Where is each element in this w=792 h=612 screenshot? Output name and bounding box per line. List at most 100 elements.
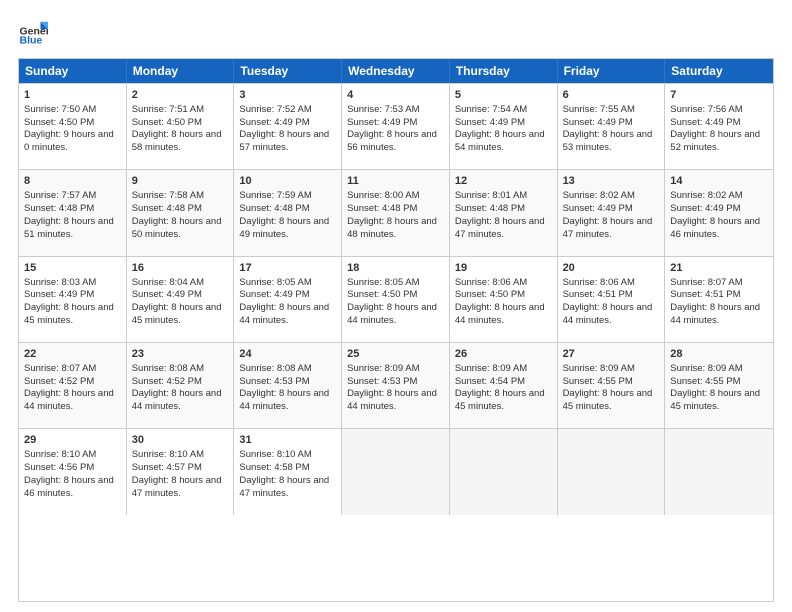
header: General Blue <box>18 18 774 48</box>
day-number: 22 <box>24 347 121 362</box>
sunrise-time: Sunrise: 8:10 AM <box>24 449 96 460</box>
table-row: 27Sunrise: 8:09 AMSunset: 4:55 PMDayligh… <box>558 343 666 428</box>
sunrise-time: Sunrise: 8:07 AM <box>24 363 96 374</box>
daylight-hours: Daylight: 8 hours and 44 minutes. <box>239 302 329 326</box>
sunset-time: Sunset: 4:58 PM <box>239 462 309 473</box>
sunrise-time: Sunrise: 7:56 AM <box>670 104 742 115</box>
daylight-hours: Daylight: 8 hours and 49 minutes. <box>239 216 329 240</box>
daylight-hours: Daylight: 8 hours and 47 minutes. <box>455 216 545 240</box>
sunset-time: Sunset: 4:53 PM <box>239 376 309 387</box>
day-number: 6 <box>563 88 660 103</box>
daylight-hours: Daylight: 8 hours and 45 minutes. <box>24 302 114 326</box>
sunset-time: Sunset: 4:49 PM <box>239 289 309 300</box>
sunrise-time: Sunrise: 8:01 AM <box>455 190 527 201</box>
sunrise-time: Sunrise: 7:55 AM <box>563 104 635 115</box>
sunset-time: Sunset: 4:53 PM <box>347 376 417 387</box>
calendar-week-3: 15Sunrise: 8:03 AMSunset: 4:49 PMDayligh… <box>19 256 773 342</box>
header-day-tuesday: Tuesday <box>234 59 342 83</box>
svg-text:Blue: Blue <box>20 35 43 47</box>
calendar-week-1: 1Sunrise: 7:50 AMSunset: 4:50 PMDaylight… <box>19 83 773 169</box>
calendar-body: 1Sunrise: 7:50 AMSunset: 4:50 PMDaylight… <box>19 83 773 601</box>
table-row: 19Sunrise: 8:06 AMSunset: 4:50 PMDayligh… <box>450 257 558 342</box>
sunrise-time: Sunrise: 8:02 AM <box>563 190 635 201</box>
day-number: 20 <box>563 261 660 276</box>
page: General Blue SundayMondayTuesdayWednesda… <box>0 0 792 612</box>
sunset-time: Sunset: 4:48 PM <box>239 203 309 214</box>
daylight-hours: Daylight: 8 hours and 46 minutes. <box>670 216 760 240</box>
sunrise-time: Sunrise: 8:03 AM <box>24 277 96 288</box>
day-number: 17 <box>239 261 336 276</box>
sunset-time: Sunset: 4:57 PM <box>132 462 202 473</box>
sunset-time: Sunset: 4:52 PM <box>132 376 202 387</box>
table-row: 7Sunrise: 7:56 AMSunset: 4:49 PMDaylight… <box>665 84 773 169</box>
header-day-wednesday: Wednesday <box>342 59 450 83</box>
day-number: 29 <box>24 433 121 448</box>
daylight-hours: Daylight: 8 hours and 44 minutes. <box>563 302 653 326</box>
header-day-saturday: Saturday <box>665 59 773 83</box>
day-number: 11 <box>347 174 444 189</box>
daylight-hours: Daylight: 8 hours and 45 minutes. <box>670 388 760 412</box>
sunrise-time: Sunrise: 8:06 AM <box>563 277 635 288</box>
sunrise-time: Sunrise: 7:54 AM <box>455 104 527 115</box>
daylight-hours: Daylight: 9 hours and 0 minutes. <box>24 129 114 153</box>
day-number: 25 <box>347 347 444 362</box>
daylight-hours: Daylight: 8 hours and 47 minutes. <box>563 216 653 240</box>
calendar-header: SundayMondayTuesdayWednesdayThursdayFrid… <box>19 59 773 83</box>
daylight-hours: Daylight: 8 hours and 44 minutes. <box>239 388 329 412</box>
sunset-time: Sunset: 4:49 PM <box>563 203 633 214</box>
sunrise-time: Sunrise: 7:51 AM <box>132 104 204 115</box>
table-row: 8Sunrise: 7:57 AMSunset: 4:48 PMDaylight… <box>19 170 127 255</box>
sunset-time: Sunset: 4:49 PM <box>670 203 740 214</box>
table-row: 24Sunrise: 8:08 AMSunset: 4:53 PMDayligh… <box>234 343 342 428</box>
sunrise-time: Sunrise: 7:57 AM <box>24 190 96 201</box>
day-number: 23 <box>132 347 229 362</box>
daylight-hours: Daylight: 8 hours and 47 minutes. <box>239 475 329 499</box>
header-day-monday: Monday <box>127 59 235 83</box>
daylight-hours: Daylight: 8 hours and 53 minutes. <box>563 129 653 153</box>
daylight-hours: Daylight: 8 hours and 52 minutes. <box>670 129 760 153</box>
table-row <box>558 429 666 514</box>
daylight-hours: Daylight: 8 hours and 47 minutes. <box>132 475 222 499</box>
day-number: 3 <box>239 88 336 103</box>
day-number: 2 <box>132 88 229 103</box>
sunset-time: Sunset: 4:55 PM <box>563 376 633 387</box>
day-number: 5 <box>455 88 552 103</box>
sunrise-time: Sunrise: 8:00 AM <box>347 190 419 201</box>
sunset-time: Sunset: 4:49 PM <box>563 117 633 128</box>
daylight-hours: Daylight: 8 hours and 44 minutes. <box>347 302 437 326</box>
sunrise-time: Sunrise: 8:09 AM <box>455 363 527 374</box>
sunrise-time: Sunrise: 8:05 AM <box>347 277 419 288</box>
daylight-hours: Daylight: 8 hours and 50 minutes. <box>132 216 222 240</box>
table-row: 17Sunrise: 8:05 AMSunset: 4:49 PM Dayligh… <box>234 257 342 342</box>
daylight-hours: Daylight: 8 hours and 45 minutes. <box>132 302 222 326</box>
daylight-hours: Daylight: 8 hours and 44 minutes. <box>132 388 222 412</box>
day-number: 28 <box>670 347 768 362</box>
sunset-time: Sunset: 4:49 PM <box>24 289 94 300</box>
daylight-hours: Daylight: 8 hours and 54 minutes. <box>455 129 545 153</box>
daylight-hours: Daylight: 8 hours and 51 minutes. <box>24 216 114 240</box>
table-row <box>665 429 773 514</box>
day-number: 19 <box>455 261 552 276</box>
table-row: 1Sunrise: 7:50 AMSunset: 4:50 PMDaylight… <box>19 84 127 169</box>
sunset-time: Sunset: 4:50 PM <box>455 289 525 300</box>
sunrise-time: Sunrise: 8:04 AM <box>132 277 204 288</box>
daylight-hours: Daylight: 8 hours and 58 minutes. <box>132 129 222 153</box>
day-number: 4 <box>347 88 444 103</box>
sunset-time: Sunset: 4:48 PM <box>132 203 202 214</box>
sunset-time: Sunset: 4:48 PM <box>24 203 94 214</box>
sunset-time: Sunset: 4:48 PM <box>347 203 417 214</box>
day-number: 31 <box>239 433 336 448</box>
sunset-time: Sunset: 4:49 PM <box>455 117 525 128</box>
sunrise-time: Sunrise: 8:02 AM <box>670 190 742 201</box>
sunset-time: Sunset: 4:50 PM <box>132 117 202 128</box>
daylight-hours: Daylight: 8 hours and 44 minutes. <box>347 388 437 412</box>
table-row: 14Sunrise: 8:02 AMSunset: 4:49 PMDayligh… <box>665 170 773 255</box>
daylight-hours: Daylight: 8 hours and 44 minutes. <box>670 302 760 326</box>
day-number: 10 <box>239 174 336 189</box>
table-row: 9Sunrise: 7:58 AMSunset: 4:48 PMDaylight… <box>127 170 235 255</box>
day-number: 9 <box>132 174 229 189</box>
table-row: 16Sunrise: 8:04 AMSunset: 4:49 PMDayligh… <box>127 257 235 342</box>
sunrise-time: Sunrise: 8:05 AM <box>239 277 311 288</box>
sunset-time: Sunset: 4:49 PM <box>239 117 309 128</box>
table-row: 2Sunrise: 7:51 AM Sunset: 4:50 PMDaylight… <box>127 84 235 169</box>
